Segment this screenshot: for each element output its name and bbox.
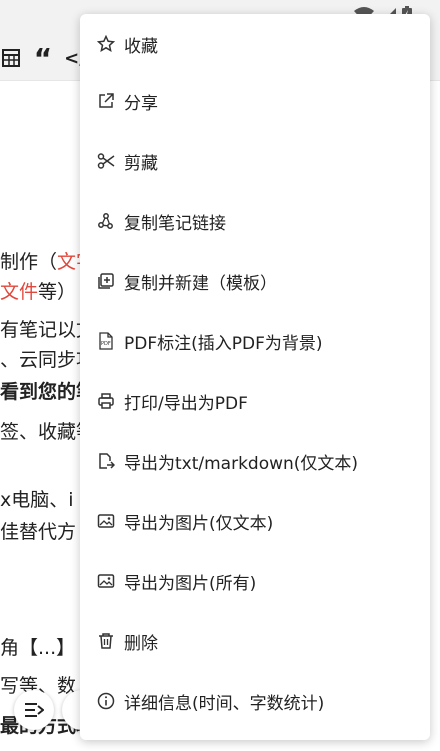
list-indent-icon — [25, 703, 44, 717]
editor-line: 佳替代方 — [0, 521, 77, 543]
print-icon — [96, 391, 116, 411]
outline-button[interactable] — [14, 690, 54, 730]
menu-item-label: 打印/导出为PDF — [124, 393, 248, 414]
overflow-menu: 收藏 分享 剪藏 复制笔记链接 复制并新建（模板） PDF PDF标注(插入PD… — [80, 14, 430, 740]
menu-item-delete[interactable]: 删除 — [80, 611, 430, 671]
menu-item-label: 复制笔记链接 — [124, 213, 226, 234]
menu-item-label: 导出为图片(所有) — [124, 573, 257, 594]
menu-item-label: PDF标注(插入PDF为背景) — [124, 333, 323, 354]
pdf-icon: PDF — [96, 331, 116, 351]
menu-item-favorite[interactable]: 收藏 — [80, 14, 430, 74]
export-file-icon — [96, 451, 116, 471]
menu-item-export-text[interactable]: 导出为txt/markdown(仅文本) — [80, 431, 430, 491]
menu-item-export-image-all[interactable]: 导出为图片(所有) — [80, 551, 430, 611]
svg-text:PDF: PDF — [101, 341, 111, 347]
star-icon — [96, 34, 116, 54]
menu-item-label: 删除 — [124, 633, 158, 654]
link-icon — [96, 211, 116, 231]
share-icon — [96, 91, 116, 111]
menu-item-label: 导出为图片(仅文本) — [124, 513, 274, 534]
menu-item-copy-link[interactable]: 复制笔记链接 — [80, 191, 430, 251]
editor-line: 角【...】 — [0, 637, 76, 659]
menu-item-label: 导出为txt/markdown(仅文本) — [124, 453, 359, 474]
trash-icon — [96, 631, 116, 651]
menu-item-export-image-text[interactable]: 导出为图片(仅文本) — [80, 491, 430, 551]
editor-line: 文件等） — [0, 281, 77, 303]
scissors-icon — [96, 151, 116, 171]
menu-item-label: 复制并新建（模板） — [124, 273, 277, 294]
copy-new-icon — [96, 271, 116, 291]
menu-item-pdf-annotate[interactable]: PDF PDF标注(插入PDF为背景) — [80, 311, 430, 371]
image-icon — [96, 571, 116, 591]
table-icon[interactable] — [0, 47, 22, 69]
menu-item-print[interactable]: 打印/导出为PDF — [80, 371, 430, 431]
menu-item-share[interactable]: 分享 — [80, 71, 430, 131]
quote-button[interactable]: “ — [32, 42, 54, 75]
menu-item-label: 分享 — [124, 93, 158, 114]
menu-item-copy-new[interactable]: 复制并新建（模板） — [80, 251, 430, 311]
menu-item-clip[interactable]: 剪藏 — [80, 131, 430, 191]
menu-item-label: 收藏 — [124, 36, 158, 57]
image-icon — [96, 511, 116, 531]
menu-item-label: 剪藏 — [124, 153, 158, 174]
editor-line: x电脑、i — [0, 489, 74, 511]
menu-item-label: 详细信息(时间、字数统计) — [124, 693, 325, 714]
menu-item-details[interactable]: 详细信息(时间、字数统计) — [80, 671, 430, 731]
info-icon — [96, 691, 116, 711]
